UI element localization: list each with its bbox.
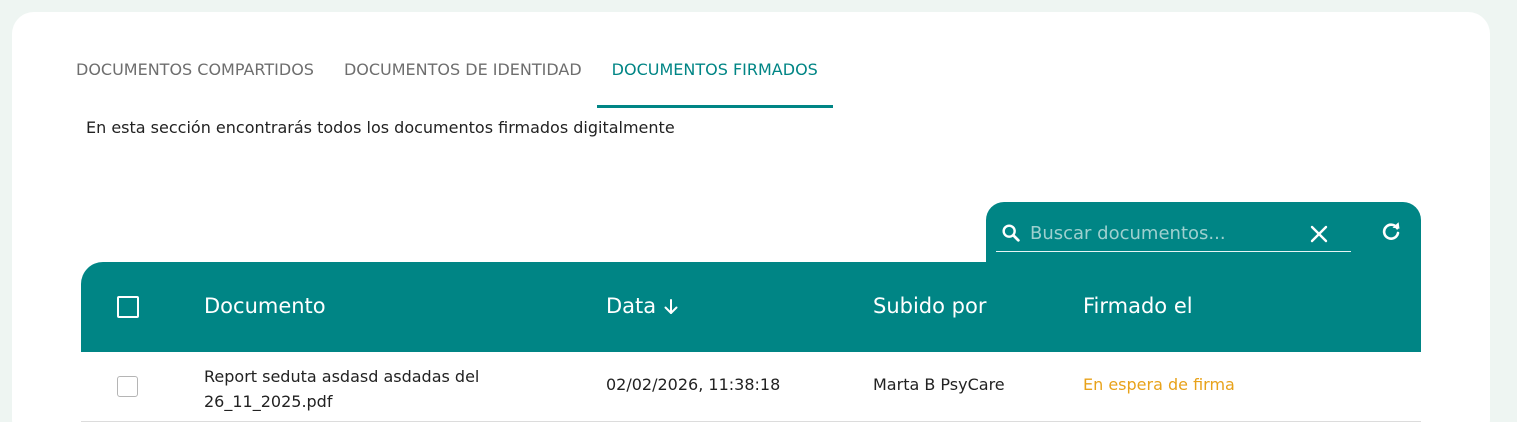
documents-card: DOCUMENTOS COMPARTIDOS DOCUMENTOS DE IDE… — [12, 12, 1490, 422]
signature-status: En espera de firma — [1083, 375, 1235, 394]
select-all-checkbox[interactable] — [117, 296, 139, 318]
column-header-date[interactable]: Data — [606, 294, 680, 318]
close-icon[interactable] — [1309, 224, 1329, 244]
column-header-date-label: Data — [606, 294, 657, 318]
search-box — [996, 216, 1351, 252]
table-row[interactable]: Report seduta asdasd asdadas del 26_11_2… — [81, 352, 1421, 422]
table-header: Documento Data Subido por Firmado el — [81, 262, 1421, 352]
tab-shared-documents[interactable]: DOCUMENTOS COMPARTIDOS — [76, 56, 329, 108]
document-tabs: DOCUMENTOS COMPARTIDOS DOCUMENTOS DE IDE… — [76, 56, 833, 108]
search-input[interactable] — [1030, 219, 1300, 247]
tab-signed-documents[interactable]: DOCUMENTOS FIRMADOS — [596, 56, 833, 108]
arrow-down-icon — [664, 299, 678, 314]
uploaded-by: Marta B PsyCare — [873, 375, 1005, 394]
document-name[interactable]: Report seduta asdasd asdadas del 26_11_2… — [204, 364, 504, 414]
column-header-uploaded-by[interactable]: Subido por — [873, 294, 986, 318]
column-header-document[interactable]: Documento — [204, 294, 326, 318]
refresh-icon[interactable] — [1379, 220, 1403, 244]
document-date: 02/02/2026, 11:38:18 — [606, 375, 781, 394]
row-checkbox[interactable] — [117, 376, 138, 397]
column-header-signed-on[interactable]: Firmado el — [1083, 294, 1193, 318]
search-icon — [1002, 224, 1020, 242]
section-description: En esta sección encontrarás todos los do… — [86, 118, 675, 137]
tab-identity-documents[interactable]: DOCUMENTOS DE IDENTIDAD — [329, 56, 597, 108]
